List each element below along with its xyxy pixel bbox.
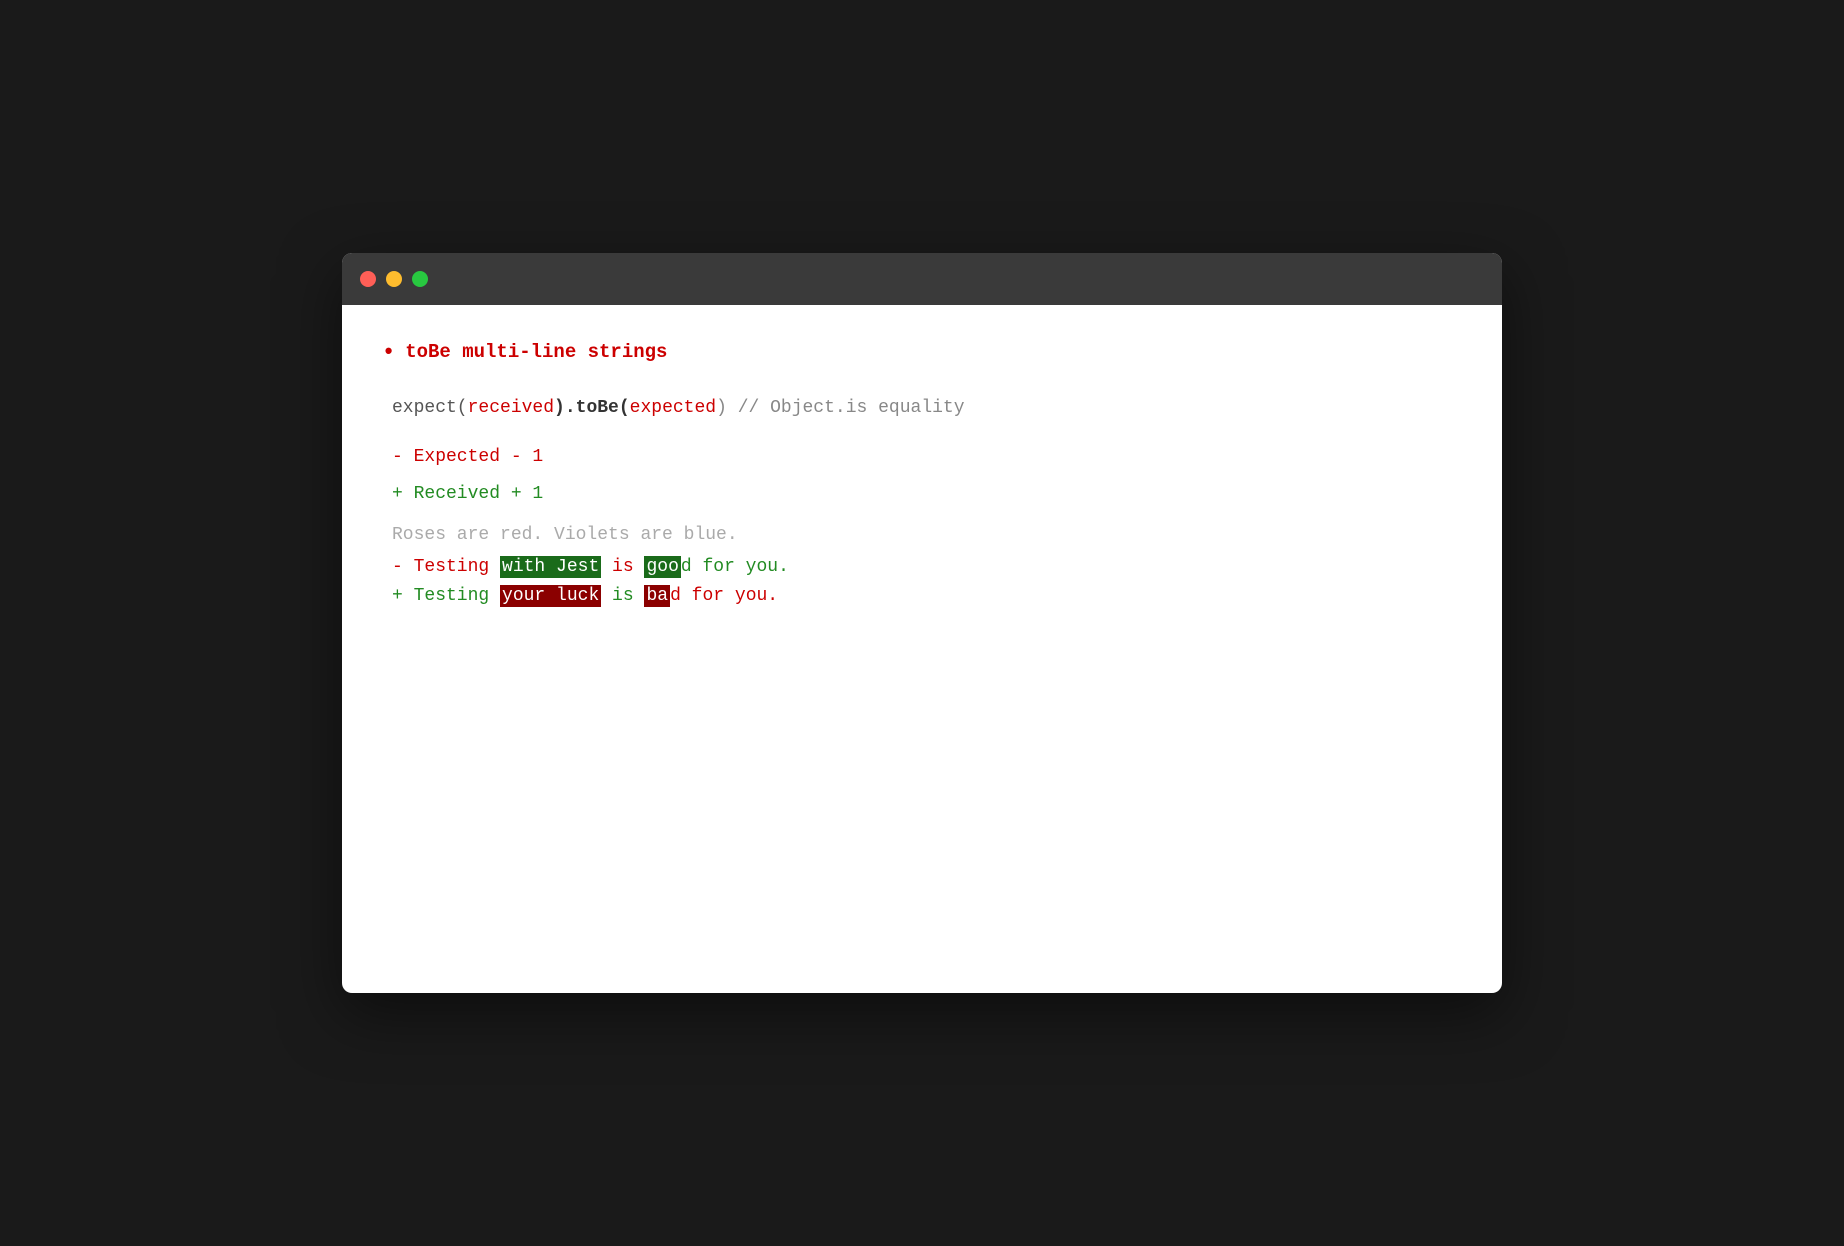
content-area: • toBe multi-line strings expect(receive… — [342, 305, 1502, 641]
plus-highlight-your-luck: your luck — [500, 585, 601, 607]
code-received: received — [468, 398, 554, 418]
diff-expected-label: - Expected - 1 — [392, 447, 543, 467]
plus-diff-line: + Testing your luck is bad for you. — [392, 582, 1462, 611]
app-window: • toBe multi-line strings expect(receive… — [342, 253, 1502, 993]
test-title-text: toBe multi-line strings — [405, 337, 667, 367]
diff-received-line: + Received + 1 — [382, 480, 1462, 509]
titlebar — [342, 253, 1502, 305]
code-expected-param: expected — [630, 398, 716, 418]
plus-suffix: d for you. — [670, 586, 778, 606]
plus-prefix: + Testing — [392, 586, 500, 606]
context-line: Roses are red. Violets are blue. — [392, 521, 1462, 550]
minus-highlight-goo: goo — [644, 556, 680, 578]
minimize-button[interactable] — [386, 271, 402, 287]
code-tobe: ).toBe( — [554, 398, 630, 418]
code-prefix: expect( — [392, 398, 468, 418]
context-text: Roses are red. Violets are blue. — [392, 525, 738, 545]
minus-diff-line: - Testing with Jest is good for you. — [392, 553, 1462, 582]
test-title: • toBe multi-line strings — [382, 335, 1462, 370]
diff-expected-line: - Expected - 1 — [382, 443, 1462, 472]
code-comment: ) // Object.is equality — [716, 398, 964, 418]
maximize-button[interactable] — [412, 271, 428, 287]
bullet-icon: • — [382, 335, 395, 370]
plus-highlight-ba: ba — [644, 585, 670, 607]
diff-received-label: + Received + 1 — [392, 484, 543, 504]
minus-prefix: - Testing — [392, 557, 500, 577]
minus-middle: is — [601, 557, 644, 577]
minus-suffix: d for you. — [681, 557, 789, 577]
close-button[interactable] — [360, 271, 376, 287]
code-line: expect(received).toBe(expected) // Objec… — [392, 394, 1462, 423]
plus-middle: is — [601, 586, 644, 606]
minus-highlight-with-jest: with Jest — [500, 556, 601, 578]
